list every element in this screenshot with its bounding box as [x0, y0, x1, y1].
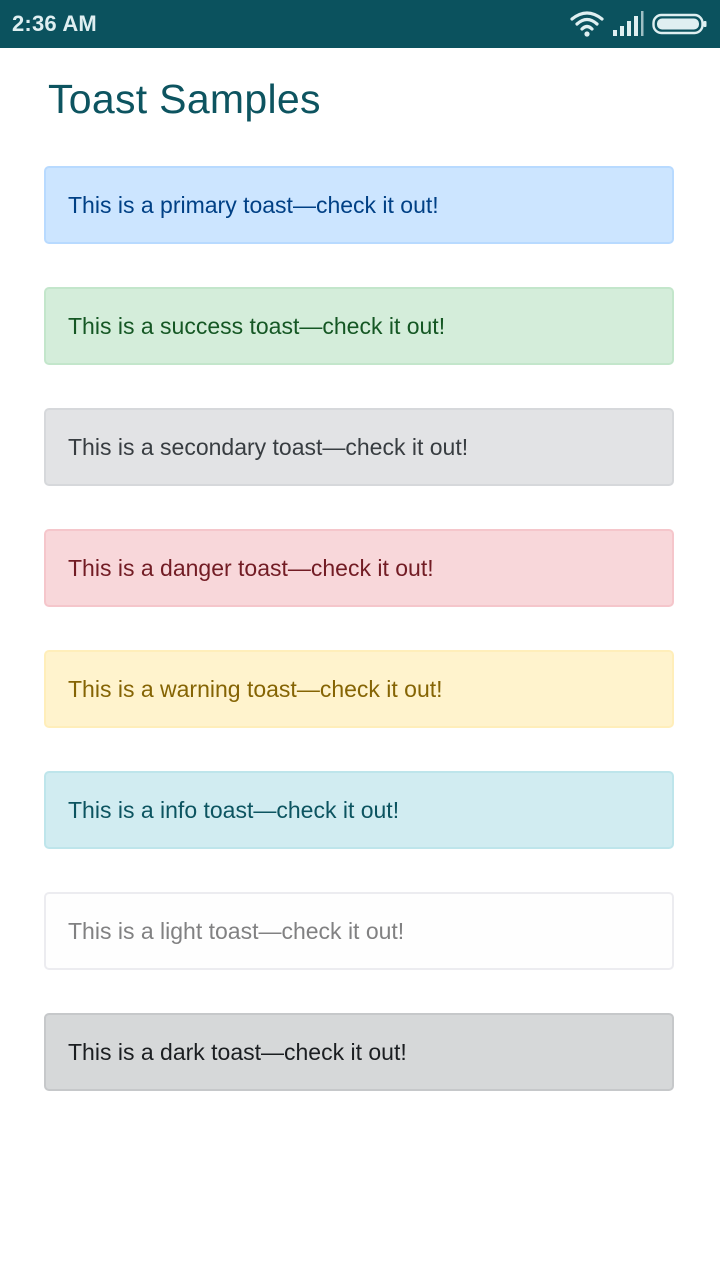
- battery-icon: [652, 13, 707, 35]
- toast-danger[interactable]: This is a danger toast—check it out!: [44, 529, 674, 607]
- wifi-icon: [570, 11, 604, 37]
- toast-warning[interactable]: This is a warning toast—check it out!: [44, 650, 674, 728]
- toast-text: This is a dark toast—check it out!: [68, 1039, 407, 1065]
- toast-text: This is a danger toast—check it out!: [68, 555, 434, 581]
- toast-success[interactable]: This is a success toast—check it out!: [44, 287, 674, 365]
- toast-secondary[interactable]: This is a secondary toast—check it out!: [44, 408, 674, 486]
- toast-text: This is a secondary toast—check it out!: [68, 434, 469, 460]
- toast-text: This is a primary toast—check it out!: [68, 192, 439, 218]
- toast-light[interactable]: This is a light toast—check it out!: [44, 892, 674, 970]
- toast-text: This is a light toast—check it out!: [68, 918, 405, 944]
- toast-text: This is a warning toast—check it out!: [68, 676, 443, 702]
- status-bar: 2:36 AM: [0, 0, 720, 48]
- signal-icon: [613, 11, 644, 36]
- toast-primary[interactable]: This is a primary toast—check it out!: [44, 166, 674, 244]
- toast-dark[interactable]: This is a dark toast—check it out!: [44, 1013, 674, 1091]
- toast-info[interactable]: This is a info toast—check it out!: [44, 771, 674, 849]
- status-time: 2:36 AM: [12, 11, 97, 36]
- toast-text: This is a info toast—check it out!: [68, 797, 400, 823]
- page-title: Toast Samples: [48, 76, 321, 122]
- toast-text: This is a success toast—check it out!: [68, 313, 446, 339]
